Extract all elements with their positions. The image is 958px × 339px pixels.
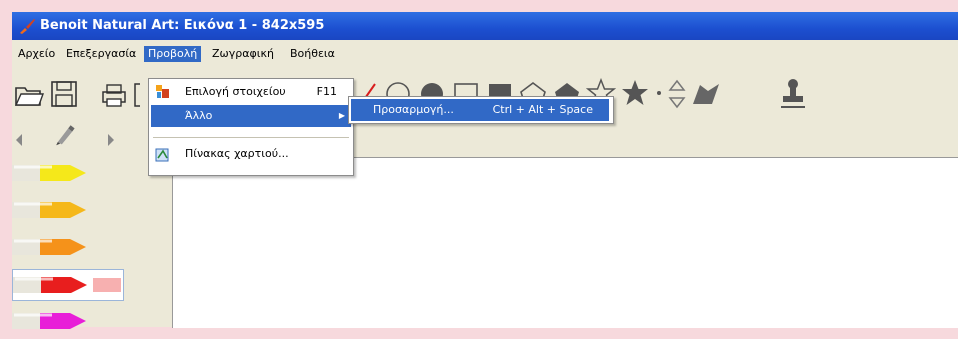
menu-file[interactable]: Αρχείο (14, 46, 59, 62)
drawing-canvas[interactable] (172, 157, 958, 328)
menu-item-other[interactable]: Άλλο ▶ (151, 105, 351, 127)
print-icon[interactable] (100, 82, 128, 108)
pencil-tool-icon[interactable] (50, 122, 80, 146)
menu-item-paper-table[interactable]: Πίνακας χαρτιού... (151, 143, 351, 165)
star-filled-icon[interactable] (620, 78, 650, 108)
menu-item-label: Πίνακας χαρτιού... (185, 147, 289, 160)
menu-bar: Αρχείο Επεξεργασία Προβολή Ζωγραφική Βοή… (12, 44, 958, 64)
menu-help[interactable]: Βοήθεια (286, 46, 339, 62)
crayon-icon (13, 277, 121, 293)
menu-view[interactable]: Προβολή (144, 46, 202, 62)
free-shape-icon[interactable] (690, 80, 722, 108)
title-bar[interactable]: Benoit Natural Art: Εικόνα 1 - 842x595 (12, 12, 958, 40)
palette-next-icon[interactable] (102, 128, 118, 152)
crayon-icon (12, 202, 86, 218)
crayon-swatch[interactable] (12, 269, 124, 301)
crayon-icon (12, 313, 86, 329)
view-menu-dropdown: Επιλογή στοιχείου F11 Άλλο ▶ Πίνακας χαρ… (148, 78, 354, 176)
menu-paint[interactable]: Ζωγραφική (208, 46, 278, 62)
menu-item-pick-element[interactable]: Επιλογή στοιχείου F11 (151, 81, 351, 103)
star-points-icon (657, 91, 661, 95)
brush-app-icon (20, 19, 35, 34)
color-picker-icon (156, 85, 169, 98)
crayon-swatch[interactable] (12, 195, 122, 225)
stepper-arrows-icon[interactable] (666, 78, 688, 110)
crayon-palette (12, 120, 130, 329)
paper-texture-icon (155, 148, 169, 162)
crayon-swatch[interactable] (12, 306, 122, 336)
app-window: Benoit Natural Art: Εικόνα 1 - 842x595 Α… (12, 12, 958, 329)
submenu-arrow-icon: ▶ (338, 111, 345, 120)
window-title: Benoit Natural Art: Εικόνα 1 - 842x595 (40, 18, 325, 33)
open-folder-icon[interactable] (14, 82, 44, 108)
submenu-item-customize[interactable]: Προσαρμογή... Ctrl + Alt + Space (351, 99, 609, 121)
submenu-item-shortcut: Ctrl + Alt + Space (492, 103, 593, 116)
other-submenu: Προσαρμογή... Ctrl + Alt + Space (348, 96, 614, 124)
crayon-swatch[interactable] (12, 232, 122, 262)
menu-separator (153, 137, 349, 138)
crayon-icon (12, 239, 86, 255)
menu-edit[interactable]: Επεξεργασία (62, 46, 140, 62)
submenu-item-label: Προσαρμογή... (373, 103, 454, 116)
crayon-icon (12, 165, 86, 181)
menu-item-label: Επιλογή στοιχείου (185, 85, 286, 98)
menu-item-shortcut: F11 (316, 85, 337, 98)
toolbar-divider-bracket (134, 83, 140, 107)
save-icon[interactable] (50, 80, 78, 108)
palette-prev-icon[interactable] (12, 128, 28, 152)
stamp-icon[interactable] (778, 76, 808, 112)
menu-item-label: Άλλο (185, 109, 213, 122)
crayon-swatch[interactable] (12, 158, 122, 188)
